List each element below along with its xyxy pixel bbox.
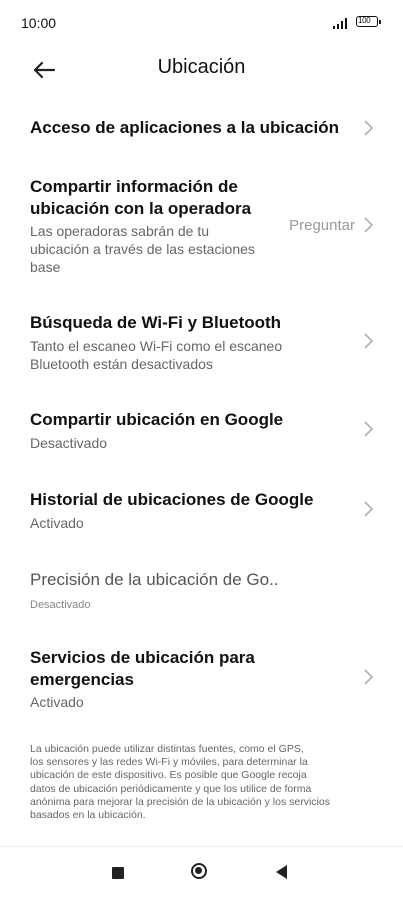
item-title: Historial de ubicaciones de Google — [30, 490, 314, 509]
item-subtitle: Activado — [30, 515, 84, 531]
chevron-right-icon — [364, 501, 374, 517]
navigation-bar — [0, 846, 403, 897]
battery-level: 100 — [358, 16, 371, 25]
battery-icon: 100 — [356, 16, 381, 27]
item-title-line1: Servicios de ubicación para — [30, 648, 255, 667]
triangle-back-icon[interactable] — [276, 865, 287, 879]
item-title: Acceso de aplicaciones a la ubicación — [30, 118, 339, 137]
status-time: 10:00 — [21, 15, 57, 31]
item-title-line1: Compartir información de — [30, 177, 238, 196]
item-subtitle-line2: ubicación a través de las estaciones — [30, 241, 255, 257]
footer-line: los sensores y las redes Wi-Fi y móviles… — [30, 756, 308, 769]
item-title: Búsqueda de Wi-Fi y Bluetooth — [30, 313, 282, 332]
item-title-line2: emergencias — [30, 670, 134, 689]
footer-note: La ubicación puede utilizar distintas fu… — [30, 743, 376, 822]
carrier-location-sharing-item[interactable]: Compartir información de ubicación con l… — [0, 170, 403, 282]
footer-line: anónima para mejorar la precisión de la … — [30, 795, 330, 808]
chevron-right-icon — [364, 333, 374, 349]
emergency-location-services-item[interactable]: Servicios de ubicación para emergencias … — [0, 640, 403, 712]
page-title: Ubicación — [157, 56, 246, 78]
chevron-right-icon — [364, 217, 374, 233]
chevron-right-icon — [364, 120, 374, 136]
footer-line: basados en la ubicación. — [30, 809, 146, 822]
item-subtitle-line2: Bluetooth están desactivados — [30, 356, 213, 372]
square-icon[interactable] — [112, 867, 124, 879]
item-subtitle: Activado — [30, 694, 84, 710]
footer-line: datos de ubicación periódicamente y que … — [30, 782, 312, 795]
item-value: Preguntar — [289, 217, 355, 234]
item-subtitle-line1: Las operadoras sabrán de tu — [30, 223, 210, 239]
item-title: Compartir ubicación en Google — [30, 410, 284, 429]
google-location-sharing-item[interactable]: Compartir ubicación en Google Desactivad… — [0, 400, 403, 456]
item-subtitle: Desactivado — [30, 435, 108, 451]
circle-home-icon[interactable] — [191, 863, 207, 879]
item-subtitle: Desactivado — [30, 599, 91, 611]
status-bar: 10:00 100 — [0, 0, 403, 48]
item-title: Precisión de la ubicación de Go.. — [30, 570, 279, 589]
footer-line: La ubicación puede utilizar distintas fu… — [30, 743, 304, 755]
chevron-right-icon — [364, 669, 374, 685]
app-location-access-item[interactable]: Acceso de aplicaciones a la ubicación — [0, 104, 403, 152]
wifi-bluetooth-scanning-item[interactable]: Búsqueda de Wi-Fi y Bluetooth Tanto el e… — [0, 306, 403, 376]
header: Ubicación — [0, 48, 403, 92]
footer-line: ubicación de este dispositivo. Es posibl… — [30, 769, 307, 782]
item-title-line2: ubicación con la operadora — [30, 199, 252, 218]
item-subtitle-line3: base — [30, 259, 61, 275]
chevron-right-icon — [364, 421, 374, 437]
item-subtitle-line1: Tanto el escaneo Wi-Fi como el escaneo — [30, 338, 283, 354]
signal-icon — [333, 17, 351, 29]
google-location-history-item[interactable]: Historial de ubicaciones de Google Activ… — [0, 480, 403, 536]
google-location-accuracy-item[interactable]: Precisión de la ubicación de Go.. Desact… — [0, 560, 403, 616]
